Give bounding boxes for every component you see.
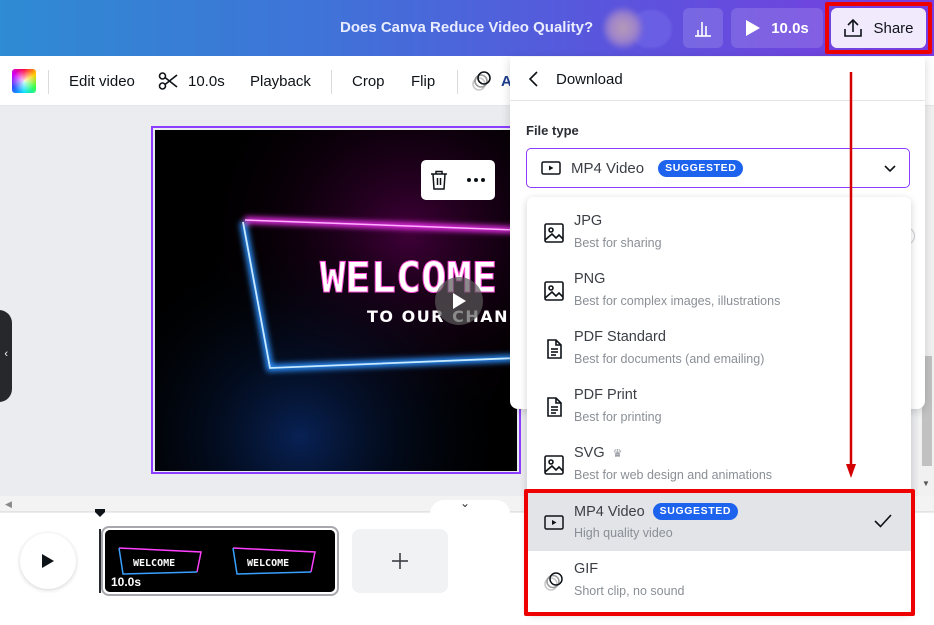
toolbar-divider [331, 70, 332, 94]
option-description: Best for complex images, illustrations [574, 294, 781, 308]
timeline-play-button[interactable] [20, 533, 76, 589]
document-icon [547, 339, 562, 359]
image-icon [544, 455, 564, 475]
animate-button[interactable]: A [471, 56, 512, 106]
document-title[interactable]: Does Canva Reduce Video Quality? [340, 19, 593, 36]
option-description: Best for documents (and emailing) [574, 352, 765, 366]
edit-video-button[interactable]: Edit video [69, 56, 135, 106]
color-swatch-button[interactable] [12, 69, 36, 93]
insights-button[interactable] [683, 8, 723, 48]
chevron-down-icon [884, 165, 896, 173]
bar-chart-icon [695, 22, 711, 37]
clip-thumb-text: WELCOME [247, 558, 289, 569]
back-arrow-icon[interactable] [524, 69, 544, 89]
crown-icon: ♛ [612, 447, 623, 460]
panel-header: Download [510, 57, 925, 101]
option-name: SVG [574, 445, 605, 461]
playback-button[interactable]: Playback [250, 56, 311, 106]
avatar[interactable] [603, 7, 643, 49]
option-name: PDF Standard [574, 329, 666, 345]
trim-button[interactable]: 10.0s [158, 56, 225, 106]
video-play-button[interactable] [435, 277, 483, 325]
file-type-value: MP4 Video [571, 159, 645, 177]
option-description: Best for sharing [574, 236, 662, 250]
chevron-left-icon: ‹ [4, 348, 8, 360]
annotation-mp4-gif-highlight [524, 489, 915, 616]
toolbar-divider [457, 70, 458, 94]
playhead-marker-icon[interactable] [94, 508, 106, 518]
trash-icon[interactable] [430, 170, 448, 190]
side-panel-toggle[interactable]: ‹ [0, 310, 12, 402]
more-options-icon[interactable] [466, 177, 486, 183]
element-floating-toolbar [421, 160, 495, 200]
option-name: JPG [574, 213, 603, 229]
scissors-icon [158, 72, 178, 90]
image-icon [544, 281, 564, 301]
clip-thumbnail: WELCOME WELCOME 10.0s [105, 530, 335, 592]
play-icon [453, 293, 466, 309]
option-description: Best for printing [574, 410, 662, 424]
timeline-clip[interactable]: WELCOME WELCOME 10.0s [101, 526, 339, 596]
option-name: PDF Print [574, 387, 637, 403]
top-bar: Does Canva Reduce Video Quality? 10.0s S… [0, 0, 934, 56]
annotation-arrow [846, 72, 856, 478]
trim-duration: 10.0s [188, 72, 225, 90]
panel-title: Download [556, 71, 623, 88]
option-name: PNG [574, 271, 606, 287]
animate-icon [472, 71, 491, 91]
present-button[interactable]: 10.0s [731, 8, 823, 48]
document-icon [547, 397, 562, 417]
add-clip-button[interactable] [352, 529, 448, 593]
video-icon [541, 161, 561, 175]
chevron-down-icon: ⌄ [460, 496, 471, 510]
suggested-badge: SUGGESTED [658, 159, 744, 177]
crop-button[interactable]: Crop [352, 56, 385, 106]
timeline-collapse-toggle[interactable]: ⌄ [430, 496, 510, 514]
scroll-down-arrow[interactable]: ▼ [922, 479, 930, 488]
scroll-left-arrow[interactable]: ◀ [5, 499, 12, 510]
annotation-share-highlight [825, 2, 932, 54]
file-type-label: File type [526, 123, 579, 138]
plus-icon [392, 553, 408, 569]
clip-duration: 10.0s [111, 575, 142, 589]
play-icon [746, 20, 761, 36]
playhead-line[interactable] [99, 529, 101, 593]
clip-thumb-text: WELCOME [133, 558, 175, 569]
option-description: Best for web design and animations [574, 468, 773, 482]
image-icon [544, 223, 564, 243]
present-duration: 10.0s [771, 19, 809, 37]
flip-button[interactable]: Flip [411, 56, 435, 106]
toolbar-divider [48, 70, 49, 94]
play-icon [42, 554, 54, 568]
option-name-row: SVG ♛ [574, 445, 623, 461]
